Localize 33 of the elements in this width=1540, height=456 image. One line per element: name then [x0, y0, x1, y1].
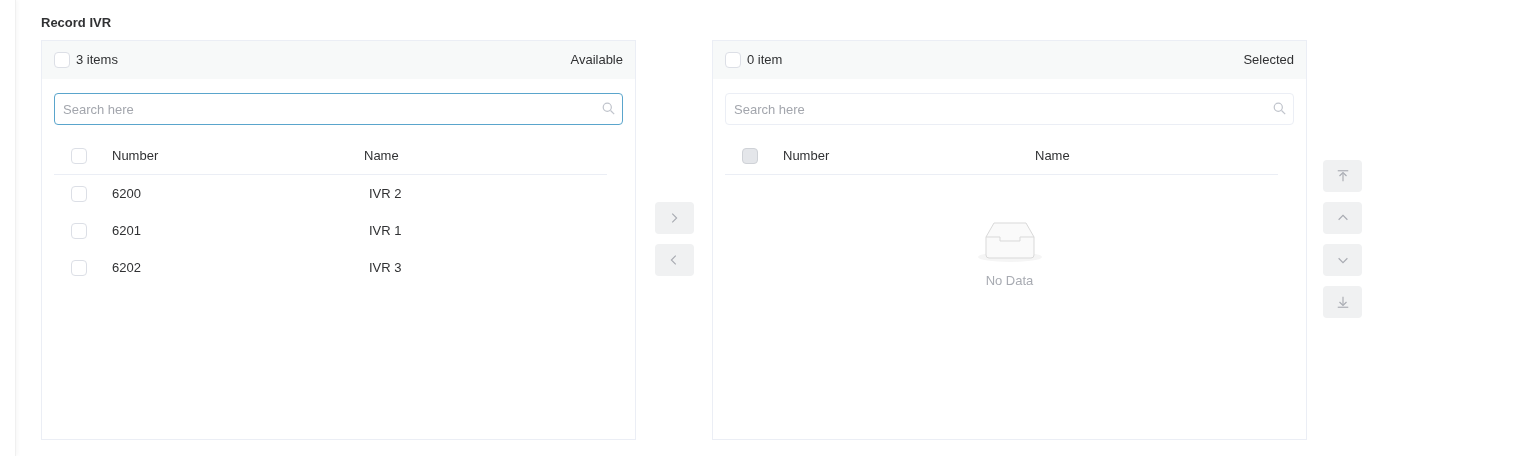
item-count: 3 items	[76, 51, 118, 70]
order-button[interactable]	[1323, 160, 1362, 192]
order-button[interactable]	[1323, 244, 1362, 276]
arrow-to-top-icon	[1335, 169, 1350, 183]
checkbox[interactable]	[71, 259, 87, 276]
search-icon	[1273, 102, 1286, 115]
checkbox[interactable]	[54, 52, 70, 68]
item-count: 0 item	[747, 51, 783, 70]
column-header: Number	[112, 146, 160, 165]
table-cell-text: IVR 3	[369, 258, 402, 277]
order-button[interactable]	[1323, 202, 1362, 234]
section-title: Record IVR	[41, 14, 113, 32]
checkbox[interactable]	[71, 147, 87, 164]
search-field[interactable]: Search here	[54, 93, 623, 125]
empty-inbox-icon	[977, 221, 1042, 263]
checkbox[interactable]	[71, 185, 87, 202]
table-cell-text: 6201	[112, 221, 142, 240]
column-header: Name	[364, 146, 399, 165]
order-button[interactable]	[1323, 286, 1362, 318]
transfer-button[interactable]	[654, 244, 694, 276]
column-header: Name	[1035, 146, 1070, 165]
table-cell-text: IVR 2	[369, 184, 402, 203]
checkbox[interactable]	[71, 222, 87, 239]
search-icon	[602, 102, 615, 115]
table-cell-text: 6200	[112, 184, 142, 203]
arrow-to-bottom-icon	[1335, 295, 1350, 309]
table-cell-text: IVR 1	[369, 221, 402, 240]
panel-title: Selected	[1243, 51, 1294, 70]
column-header: Number	[783, 146, 831, 165]
table-cell-text: 6202	[112, 258, 142, 277]
panel-title: Available	[570, 51, 623, 70]
empty-message: No Data	[985, 272, 1034, 290]
transfer-button[interactable]	[654, 202, 694, 234]
